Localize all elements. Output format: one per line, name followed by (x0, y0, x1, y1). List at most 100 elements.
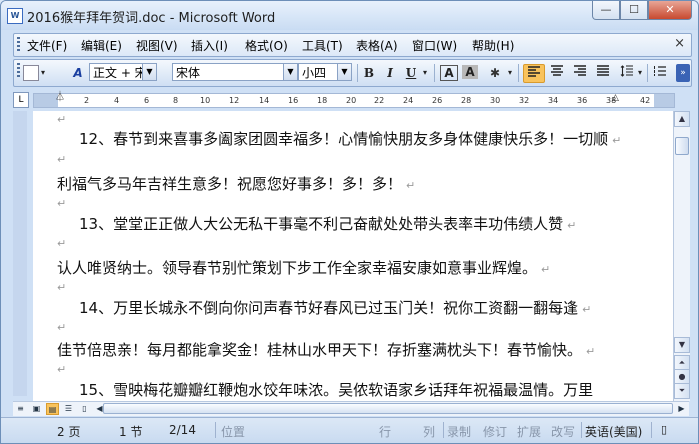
align-left-button[interactable] (523, 64, 545, 83)
close-button[interactable]: ✕ (648, 1, 692, 20)
print-layout-view-icon[interactable]: ▤ (46, 403, 59, 415)
document-page[interactable]: ↵ 12、春节到来喜事多阖家团圆幸福多！心情愉快朋友多身体健康快乐多！一切顺 ↵ … (33, 111, 673, 401)
menu-format[interactable]: 格式(O) (245, 37, 288, 54)
scroll-up-icon[interactable]: ▲ (674, 111, 690, 127)
menu-view[interactable]: 视图(V) (136, 37, 178, 54)
status-language[interactable]: 英语(美国) (585, 423, 642, 440)
horizontal-ruler[interactable]: ⏃ 2 4 6 8 10 12 14 16 18 20 22 24 26 28 … (33, 91, 675, 108)
ruler-number: 22 (374, 96, 385, 105)
scroll-down-icon[interactable]: ▼ (674, 337, 690, 353)
menu-file[interactable]: 文件(F) (27, 37, 67, 54)
status-overtype[interactable]: 改写 (551, 423, 575, 440)
normal-view-icon[interactable]: ≡ (14, 403, 27, 415)
chevron-down-icon[interactable]: ▼ (337, 64, 351, 80)
formatting-toolbar: ▾ A 正文 + 宋体 ▼ 宋体 ▼ 小四 ▼ B I U ▾ A A ✱ ▾ (13, 59, 692, 87)
word-doc-icon[interactable]: W (7, 8, 23, 24)
h-scroll-thumb[interactable] (103, 403, 673, 414)
justify-button[interactable] (593, 64, 613, 82)
new-document-icon[interactable] (23, 65, 39, 81)
title-bar: W 2016猴年拜年贺词.doc - Microsoft Word — ☐ ✕ (1, 1, 698, 30)
doc-line-text: 利福气多马年吉祥生意多！祝愿您好事多！多！多！ (57, 175, 403, 193)
underline-button[interactable]: U (402, 64, 420, 82)
scroll-thumb[interactable] (675, 137, 689, 155)
toolbar-separator (647, 64, 648, 82)
toolbar-grip[interactable] (17, 37, 20, 53)
spelling-check-icon[interactable]: ▯ (661, 423, 667, 436)
menu-edit[interactable]: 编辑(E) (81, 37, 122, 54)
ruler-number: 26 (432, 96, 443, 105)
font-select[interactable]: 宋体 ▼ (172, 63, 298, 81)
toolbar-grip[interactable] (17, 63, 20, 79)
tab-selector-button[interactable]: L (13, 92, 29, 108)
menu-tools[interactable]: 工具(T) (302, 37, 343, 54)
doc-line-text: 12、春节到来喜事多阖家团圆幸福多！心情愉快朋友多身体健康快乐多！一切顺 (79, 130, 609, 148)
document-close-icon[interactable]: × (674, 36, 685, 51)
outline-view-icon[interactable]: ☰ (62, 403, 75, 415)
chevron-down-icon[interactable]: ▼ (142, 64, 156, 80)
menu-insert[interactable]: 插入(I) (191, 37, 228, 54)
maximize-button[interactable]: ☐ (620, 1, 648, 20)
minimize-button[interactable]: — (592, 1, 620, 20)
window-controls: — ☐ ✕ (592, 1, 692, 21)
status-track-changes[interactable]: 修订 (483, 423, 507, 440)
underline-chevron-icon[interactable]: ▾ (420, 64, 430, 82)
ruler-number: 14 (259, 96, 270, 105)
ruler-number: 16 (288, 96, 299, 105)
ruler-number: 42 (640, 96, 651, 105)
justify-icon (597, 65, 609, 76)
toolbar-overflow-icon[interactable]: » (676, 64, 690, 82)
char-shading-button[interactable]: A (462, 65, 478, 79)
chevron-down-icon[interactable]: ▾ (506, 64, 514, 82)
scroll-right-icon[interactable]: ▶ (675, 403, 688, 415)
doc-line: 13、堂堂正正做人大公无私干事毫不利己奋献处处带头表率丰功伟绩人赞 ↵ (79, 213, 576, 234)
paragraph-mark: ↵ (57, 237, 67, 250)
paragraph-mark: ↵ (57, 153, 67, 166)
align-right-button[interactable] (570, 64, 590, 82)
bold-button[interactable]: B (360, 64, 378, 82)
numbering-glyph (654, 66, 666, 76)
web-view-icon[interactable]: ▣ (30, 403, 43, 415)
numbering-icon[interactable] (651, 64, 669, 82)
align-right-icon (574, 65, 586, 76)
doc-line-text: 佳节倍思亲！每月都能拿奖金！桂林山水甲天下！存折塞满枕头下！春节愉快。 (57, 341, 583, 359)
italic-button[interactable]: I (381, 64, 399, 82)
paragraph-mark: ↵ (612, 134, 622, 147)
right-indent-marker-icon[interactable]: △ (612, 92, 619, 105)
menu-window[interactable]: 窗口(W) (412, 37, 457, 54)
font-size-select[interactable]: 小四 ▼ (298, 63, 352, 81)
paragraph-mark: ↵ (57, 321, 67, 334)
paragraph-mark: ↵ (541, 263, 551, 276)
line-spacing-icon[interactable] (618, 64, 636, 82)
status-column: 列 (423, 425, 436, 439)
reading-view-icon[interactable]: ▯ (78, 403, 91, 415)
paragraph-mark: ↵ (567, 219, 577, 232)
horizontal-scrollbar[interactable]: ≡ ▣ ▤ ☰ ▯ ◀ ▶ (13, 401, 689, 416)
doc-line: 15、雪映梅花瓣瓣红鞭炮水饺年味浓。吴侬软语家乡话拜年祝福最温情。万里 (79, 379, 593, 400)
chevron-down-icon[interactable]: ▼ (283, 64, 297, 80)
ruler-number: 10 (200, 96, 211, 105)
indent-marker-icon[interactable]: ⏃ (55, 91, 65, 104)
char-border-button[interactable]: A (440, 65, 458, 81)
doc-line: 佳节倍思亲！每月都能拿奖金！桂林山水甲天下！存折塞满枕头下！春节愉快。 ↵ (57, 339, 595, 360)
ruler-number: 34 (548, 96, 559, 105)
text-effect-icon[interactable]: ✱ (484, 64, 506, 82)
next-page-icon[interactable]: ⏷ (674, 383, 690, 399)
window-title: 2016猴年拜年贺词.doc - Microsoft Word (27, 11, 276, 26)
menu-help[interactable]: 帮助(H) (472, 37, 514, 54)
align-center-button[interactable] (547, 64, 567, 82)
toolbar-options-icon[interactable]: ▾ (39, 64, 47, 82)
status-separator (215, 422, 216, 438)
paragraph-mark: ↵ (406, 179, 416, 192)
paragraph-mark: ↵ (582, 303, 592, 316)
status-extend[interactable]: 扩展 (517, 423, 541, 440)
styles-formatting-icon[interactable]: A (69, 64, 87, 82)
style-select[interactable]: 正文 + 宋体 ▼ (89, 63, 157, 81)
ruler-number: 36 (577, 96, 588, 105)
status-separator (443, 422, 444, 438)
status-record[interactable]: 录制 (447, 423, 471, 440)
menu-table[interactable]: 表格(A) (356, 37, 398, 54)
status-line: 行 (379, 425, 392, 439)
vertical-scrollbar[interactable]: ▲ ▼ ⏶ ● ⏷ (673, 111, 690, 401)
ruler-number: 20 (346, 96, 357, 105)
chevron-down-icon[interactable]: ▾ (636, 64, 644, 82)
